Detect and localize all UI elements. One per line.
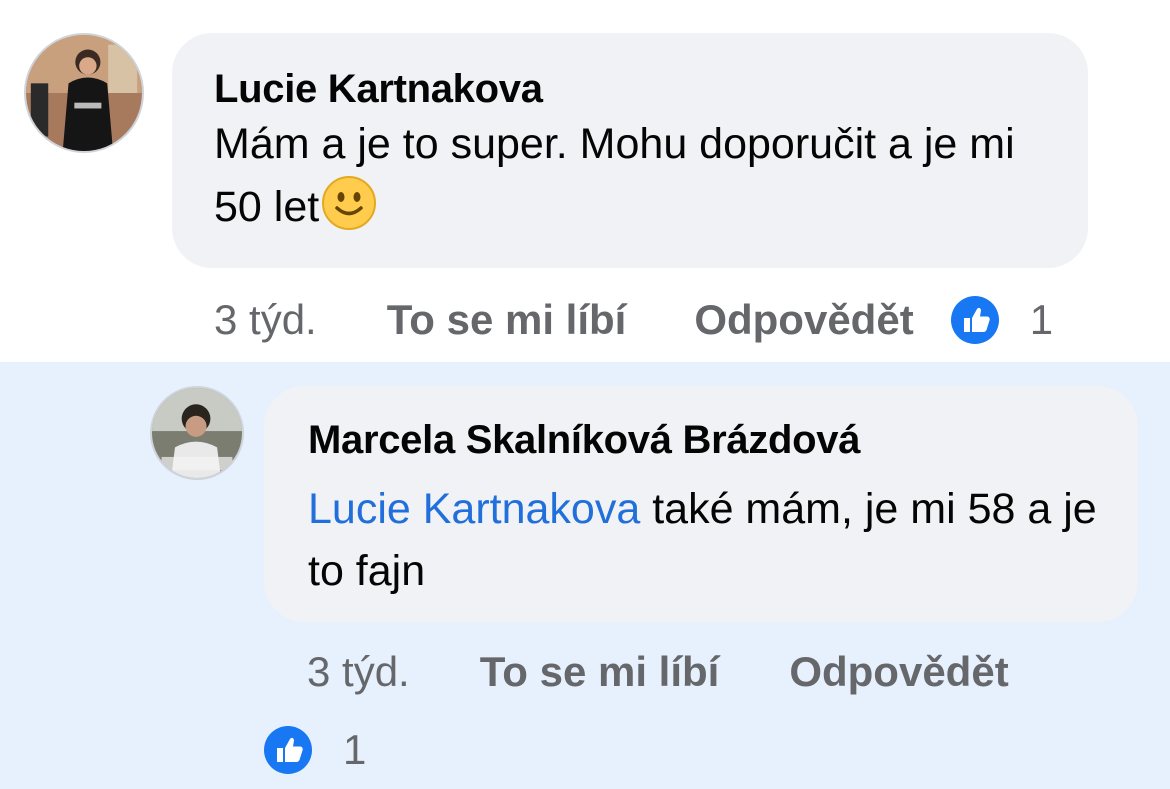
profile-photo: [26, 35, 142, 151]
reply-bubble: Marcela Skalníková Brázdová Lucie Kartna…: [264, 386, 1138, 622]
comment-bubble: Lucie Kartnakova Mám a je to super. Mohu…: [172, 33, 1088, 268]
avatar[interactable]: [150, 386, 244, 480]
reply-reactions: 1: [263, 722, 366, 778]
comment-section: Lucie Kartnakova Mám a je to super. Mohu…: [0, 0, 1170, 362]
like-button[interactable]: To se mi líbí: [480, 648, 720, 696]
mention-link[interactable]: Lucie Kartnakova: [308, 485, 640, 533]
avatar[interactable]: [24, 33, 144, 153]
reply-time[interactable]: 3 týd.: [307, 648, 410, 696]
reply-text: Lucie Kartnakova také mám, je mi 58 a je…: [308, 478, 1098, 602]
comment-text: Mám a je to super. Mohu doporučit a je m…: [214, 113, 1064, 238]
comment-actions: 3 týd. To se mi líbí Odpovědět 1: [214, 292, 1053, 348]
like-button[interactable]: To se mi líbí: [387, 296, 627, 344]
reply-button[interactable]: Odpovědět: [789, 648, 1008, 696]
reaction-count: 1: [343, 726, 367, 773]
slightly-smiling-face-icon: [321, 175, 377, 231]
comment-time[interactable]: 3 týd.: [214, 296, 317, 344]
reply-actions: 3 týd. To se mi líbí Odpovědět: [307, 644, 1009, 700]
thumbs-up-icon[interactable]: [263, 725, 313, 775]
thumbs-up-icon[interactable]: [950, 295, 1000, 345]
profile-photo: [152, 388, 242, 478]
comment-author[interactable]: Lucie Kartnakova: [214, 65, 1058, 113]
reply-button[interactable]: Odpovědět: [694, 296, 913, 344]
reaction-count: 1: [1029, 296, 1054, 343]
reply-section: Marcela Skalníková Brázdová Lucie Kartna…: [0, 362, 1170, 789]
reply-author[interactable]: Marcela Skalníková Brázdová: [308, 416, 1098, 464]
